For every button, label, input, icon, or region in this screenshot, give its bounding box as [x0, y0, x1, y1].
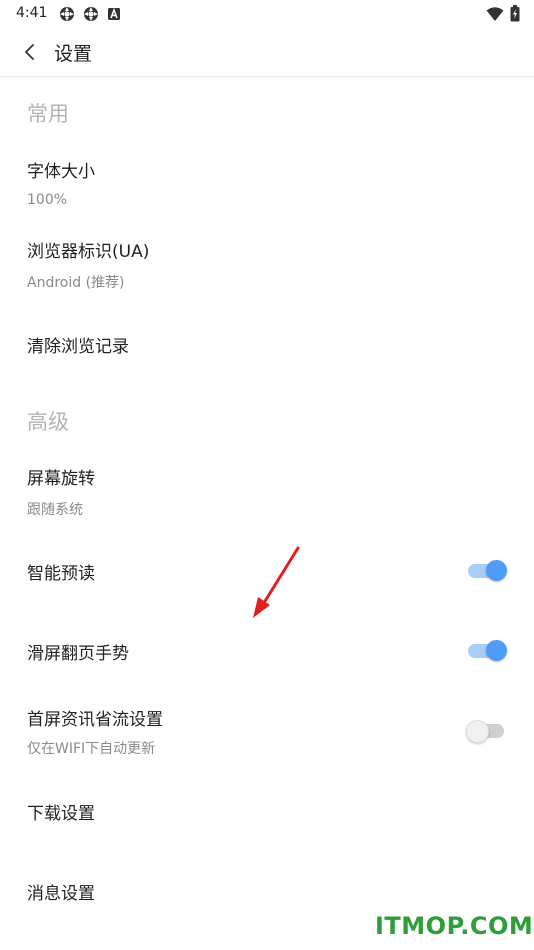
setting-clear-history[interactable]: 清除浏览记录 [0, 320, 534, 370]
back-button[interactable] [16, 38, 44, 66]
setting-browser-ua[interactable]: 浏览器标识(UA) Android (推荐) [0, 228, 534, 298]
app-bar: 设置 [0, 28, 534, 77]
setting-swipe-page-gesture-title: 滑屏翻页手势 [27, 644, 129, 664]
home-data-saving-toggle[interactable] [466, 719, 508, 743]
status-bar: 4:41 [0, 0, 534, 28]
setting-clear-history-title: 清除浏览记录 [27, 337, 129, 357]
setting-home-data-saving[interactable]: 首屏资讯省流设置 仅在WIFI下自动更新 [0, 696, 534, 766]
setting-home-data-saving-title: 首屏资讯省流设置 [27, 710, 163, 730]
chevron-left-icon [25, 44, 34, 60]
setting-browser-ua-value: Android (推荐) [27, 275, 125, 291]
status-time: 4:41 [16, 5, 48, 21]
wifi-icon [486, 6, 504, 21]
status-icons-right [486, 5, 520, 22]
setting-font-size-value: 100% [27, 192, 68, 208]
setting-font-size-title: 字体大小 [27, 162, 95, 182]
setting-swipe-page-gesture[interactable]: 滑屏翻页手势 [0, 627, 534, 677]
toggle-thumb [466, 720, 489, 743]
notification-a-icon [108, 7, 120, 20]
setting-screen-rotation[interactable]: 屏幕旋转 跟随系统 [0, 455, 534, 525]
settings-gear-icon [84, 7, 98, 21]
setting-smart-preload-title: 智能预读 [27, 564, 95, 584]
setting-browser-ua-title: 浏览器标识(UA) [27, 242, 150, 262]
section-header-common: 常用 [27, 102, 69, 126]
toggle-thumb [486, 560, 507, 581]
setting-message[interactable]: 消息设置 [0, 867, 534, 917]
toggle-thumb [486, 640, 507, 661]
setting-message-title: 消息设置 [27, 884, 95, 904]
smart-preload-toggle[interactable] [466, 559, 508, 581]
swipe-page-gesture-toggle[interactable] [466, 639, 508, 661]
setting-screen-rotation-value: 跟随系统 [27, 502, 83, 518]
status-icons-left [58, 5, 122, 23]
page-title: 设置 [54, 43, 93, 65]
battery-charging-icon [510, 5, 520, 22]
setting-screen-rotation-title: 屏幕旋转 [27, 469, 95, 489]
annotation-arrow-icon [253, 546, 300, 618]
setting-download-title: 下载设置 [27, 804, 95, 824]
settings-gear-icon [60, 7, 74, 21]
watermark: ITMOP.COM [375, 912, 534, 940]
setting-font-size[interactable]: 字体大小 100% [0, 148, 534, 218]
setting-download[interactable]: 下载设置 [0, 787, 534, 837]
section-header-advanced: 高级 [27, 410, 69, 434]
setting-home-data-saving-subtitle: 仅在WIFI下自动更新 [27, 741, 156, 757]
